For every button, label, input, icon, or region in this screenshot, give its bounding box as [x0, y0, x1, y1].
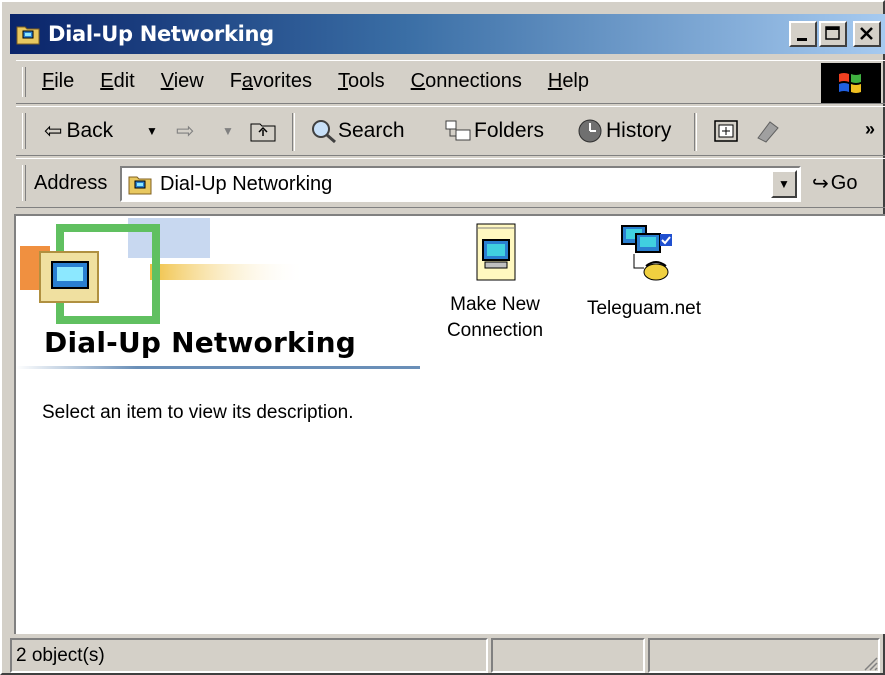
close-icon	[860, 27, 873, 40]
address-grip[interactable]	[22, 165, 26, 201]
make-new-connection-label-1: Make New	[450, 294, 540, 315]
copy-to-button[interactable]	[754, 115, 782, 147]
back-dropdown-icon[interactable]: ▼	[146, 115, 158, 147]
address-dropdown-button[interactable]: ▼	[771, 170, 797, 198]
teleguam-label: Teleguam.net	[586, 298, 702, 319]
menu-tools[interactable]: Tools	[338, 70, 385, 93]
search-button[interactable]: Search	[310, 115, 405, 147]
folders-button[interactable]: Folders	[444, 115, 544, 147]
title-divider	[16, 366, 420, 369]
make-new-connection-item[interactable]: Make New Connection	[436, 220, 554, 344]
dialup-connection-icon	[621, 225, 672, 281]
make-new-connection-icon	[476, 223, 516, 281]
move-to-icon	[714, 120, 738, 142]
title-bar[interactable]: Dial-Up Networking	[10, 14, 885, 54]
status-text: 2 object(s)	[10, 638, 488, 673]
folder-banner-image	[20, 218, 306, 324]
address-label: Address	[34, 172, 108, 194]
up-folder-button[interactable]	[250, 115, 276, 147]
back-button[interactable]: ⇦ Back	[44, 115, 113, 147]
go-arrow-icon: ↪	[812, 173, 829, 195]
menu-bar: File Edit View Favorites Tools Connectio…	[16, 60, 885, 104]
minimize-button[interactable]	[789, 21, 817, 47]
dialup-folder-icon	[16, 23, 40, 45]
toolbar-more-chevron[interactable]: »	[865, 119, 875, 140]
menu-file[interactable]: File	[42, 70, 74, 93]
forward-button[interactable]: ⇨	[176, 115, 194, 147]
up-folder-icon	[250, 123, 276, 142]
status-pane-2	[491, 638, 645, 673]
history-button[interactable]: History	[574, 115, 671, 147]
back-arrow-icon: ⇦	[44, 118, 63, 143]
address-folder-icon	[128, 173, 152, 195]
make-new-connection-label-2: Connection	[446, 320, 544, 341]
history-label: History	[606, 119, 672, 142]
menu-connections[interactable]: Connections	[411, 70, 522, 93]
search-icon	[312, 120, 336, 144]
forward-arrow-icon: ⇨	[176, 118, 195, 143]
go-button[interactable]: ↪ Go	[812, 171, 857, 196]
item-description: Select an item to view its description.	[42, 402, 354, 423]
move-to-button[interactable]	[712, 115, 740, 147]
close-button[interactable]	[853, 21, 881, 47]
folder-title: Dial-Up Networking	[44, 326, 356, 359]
menu-favorites[interactable]: Favorites	[230, 70, 312, 93]
search-label: Search	[338, 119, 405, 142]
folder-view[interactable]: Dial-Up Networking Select an item to vie…	[14, 214, 885, 634]
status-pane-3	[648, 638, 880, 673]
toolbar-grip[interactable]	[22, 113, 26, 149]
teleguam-connection-item[interactable]: Teleguam.net	[576, 220, 712, 322]
address-bar: Address Dial-Up Networking ▼ ↪ Go	[16, 158, 885, 208]
menu-edit[interactable]: Edit	[100, 70, 134, 93]
folders-icon	[445, 120, 471, 141]
forward-dropdown-icon[interactable]: ▼	[222, 115, 234, 147]
address-value: Dial-Up Networking	[160, 172, 333, 195]
minimize-icon	[797, 38, 807, 41]
menu-grip[interactable]	[22, 67, 26, 97]
windows-logo-icon	[821, 63, 881, 103]
back-label: Back	[66, 119, 114, 142]
chevron-down-icon: ▼	[778, 177, 790, 191]
copy-to-icon	[757, 121, 779, 143]
maximize-icon	[825, 26, 840, 40]
status-bar: 2 object(s)	[10, 638, 885, 675]
resize-grip-icon[interactable]	[862, 655, 878, 671]
go-label: Go	[830, 172, 858, 194]
window-title: Dial-Up Networking	[48, 22, 274, 46]
maximize-button[interactable]	[819, 21, 847, 47]
menu-view[interactable]: View	[161, 70, 204, 93]
history-icon	[578, 119, 602, 143]
explorer-window: Dial-Up Networking File Edit View Favori…	[0, 0, 885, 675]
address-input[interactable]: Dial-Up Networking ▼	[120, 166, 801, 202]
standard-toolbar: ⇦ Back ▼ ⇨ ▼ Search Folders History »	[16, 106, 885, 156]
menu-help[interactable]: Help	[548, 70, 589, 93]
folders-label: Folders	[474, 119, 545, 142]
